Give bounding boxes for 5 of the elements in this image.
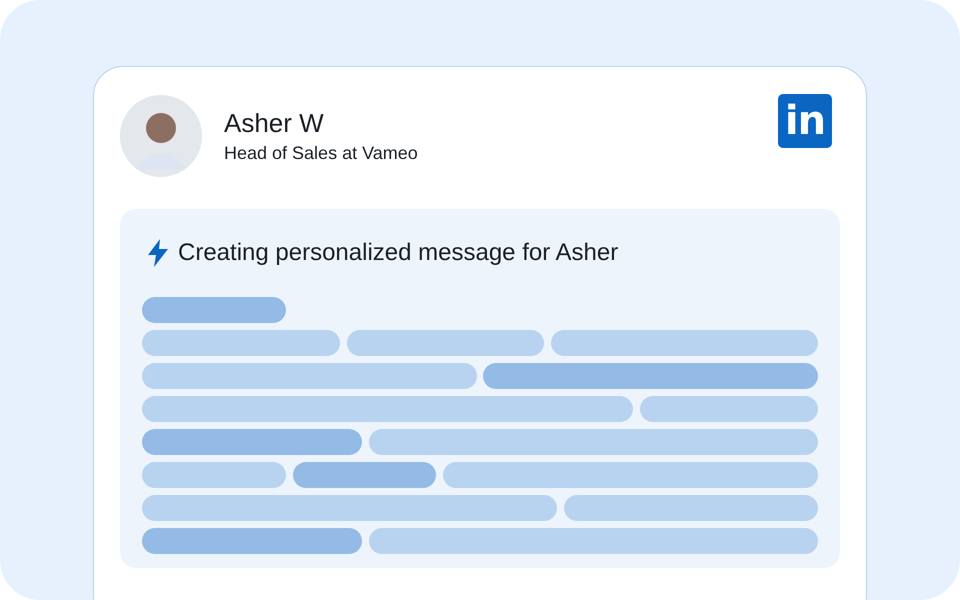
logo-badge: in <box>778 94 832 148</box>
profile-name: Asher W <box>224 108 325 139</box>
lightning-icon <box>148 239 168 267</box>
profile-headline: Head of Sales at Vameo <box>224 143 419 164</box>
panel-heading: Creating personalized message for Asher <box>178 239 618 267</box>
